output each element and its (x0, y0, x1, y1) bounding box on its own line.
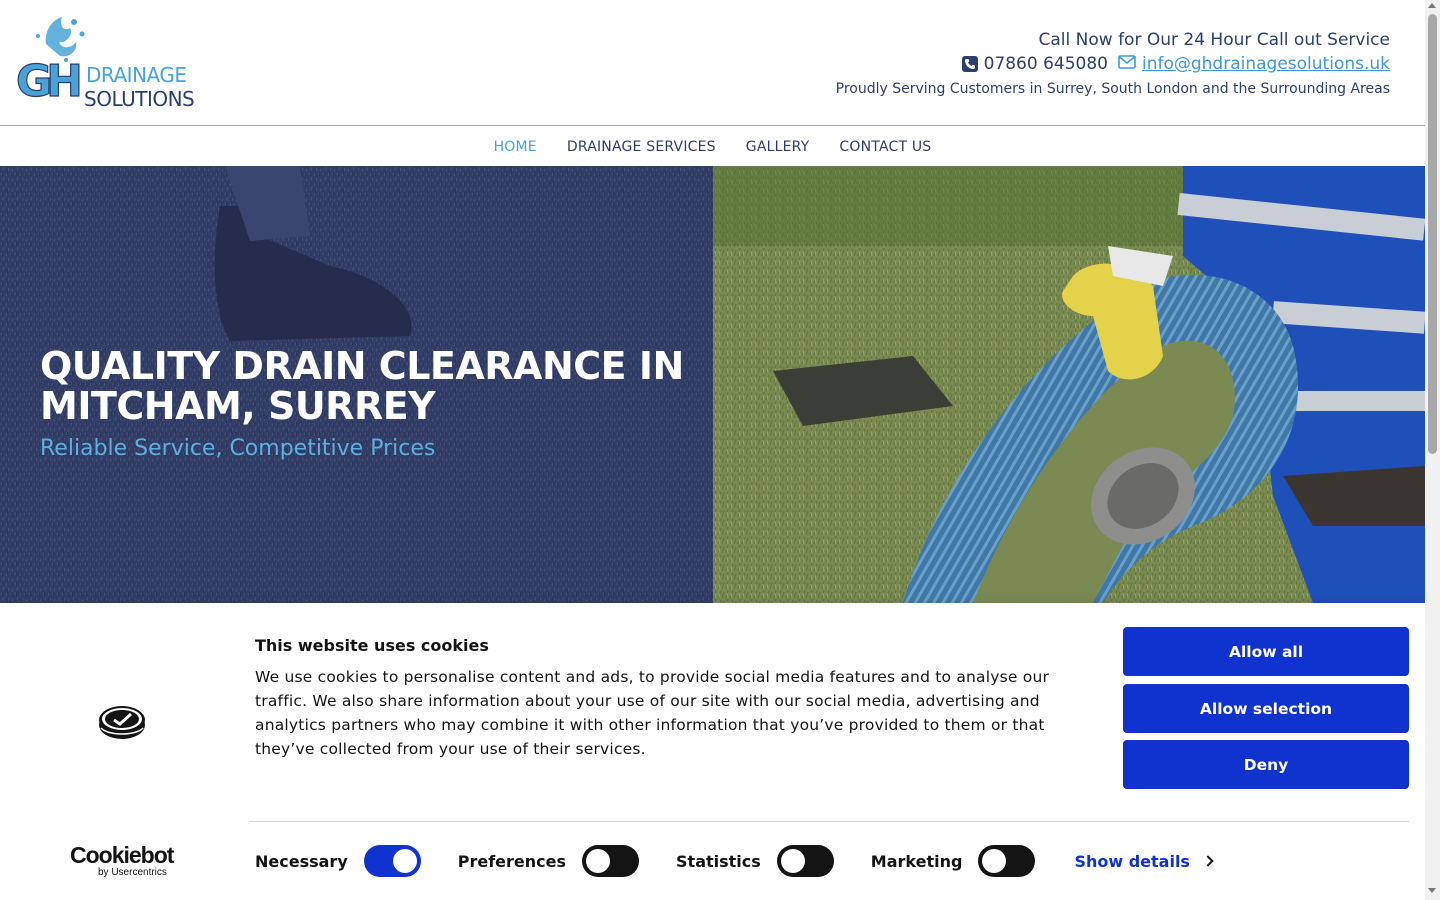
email-link[interactable]: info@ghdrainagesolutions.uk (1142, 52, 1390, 76)
svg-text:SOLUTIONS: SOLUTIONS (84, 87, 194, 111)
marketing-switch[interactable] (978, 845, 1036, 877)
main-nav: HOME DRAINAGE SERVICES GALLERY CONTACT U… (0, 127, 1425, 166)
toggle-statistics: Statistics (676, 845, 834, 877)
call-now-text: Call Now for Our 24 Hour Call out Servic… (1038, 30, 1391, 50)
allow-selection-button[interactable]: Allow selection (1123, 684, 1409, 733)
cookie-category-toggles: Necessary Preferences Statistics Marketi… (255, 843, 1214, 879)
site-logo[interactable]: GH DRAINAGE SOLUTIONS (14, 14, 204, 112)
nav-item-gallery[interactable]: GALLERY (746, 139, 810, 155)
toggle-marketing: Marketing (871, 845, 1036, 877)
serving-areas-text: Proudly Serving Customers in Surrey, Sou… (835, 81, 1390, 97)
hero-title: QUALITY DRAIN CLEARANCE IN MITCHAM, SURR… (40, 344, 684, 428)
cookie-icon (98, 703, 146, 741)
phone-number[interactable]: 07860 645080 (984, 52, 1108, 76)
hose-image (713, 166, 1425, 603)
scroll-down-arrow-icon[interactable] (1428, 888, 1436, 893)
show-details-link[interactable]: Show details (1074, 852, 1214, 871)
statistics-switch[interactable] (776, 845, 834, 877)
preferences-switch[interactable] (582, 845, 640, 877)
page-scrollbar[interactable] (1425, 0, 1440, 900)
divider (249, 821, 1409, 822)
contact-line: 07860 645080 info@ghdrainagesolutions.uk (836, 52, 1390, 76)
necessary-switch[interactable] (363, 845, 421, 877)
svg-text:DRAINAGE: DRAINAGE (86, 63, 187, 87)
drain-hose-photo (713, 166, 1425, 603)
cookie-description: We use cookies to personalise content an… (255, 668, 1050, 758)
deny-button[interactable]: Deny (1123, 740, 1409, 789)
allow-all-button[interactable]: Allow all (1123, 627, 1409, 676)
toggle-preferences: Preferences (458, 845, 640, 877)
svg-text:GH: GH (16, 56, 79, 107)
scrollbar-thumb[interactable] (1428, 14, 1437, 454)
chevron-right-icon (1202, 855, 1214, 867)
nav-item-contact-us[interactable]: CONTACT US (839, 139, 931, 155)
hero-overlay-panel: QUALITY DRAIN CLEARANCE IN MITCHAM, SURR… (0, 166, 713, 603)
envelope-icon (1118, 52, 1136, 76)
hero-subtitle: Reliable Service, Competitive Prices (40, 436, 436, 461)
cookie-title: This website uses cookies (255, 636, 489, 655)
scroll-up-arrow-icon[interactable] (1428, 3, 1436, 8)
nav-item-drainage-services[interactable]: DRAINAGE SERVICES (567, 139, 716, 155)
phone-icon (961, 56, 978, 72)
logo-graphic: GH DRAINAGE SOLUTIONS (15, 17, 195, 111)
cookiebot-logo[interactable]: Cookiebot by Usercentrics (70, 843, 180, 883)
cookie-consent-banner: This website uses cookies We use cookies… (0, 603, 1425, 900)
site-header: GH DRAINAGE SOLUTIONS Call Now for Our 2… (0, 0, 1425, 126)
hero-section: QUALITY DRAIN CLEARANCE IN MITCHAM, SURR… (0, 166, 1425, 603)
toggle-necessary: Necessary (255, 845, 421, 877)
nav-item-home[interactable]: HOME (494, 139, 537, 155)
header-contact: Call Now for Our 24 Hour Call out Servic… (836, 28, 1390, 100)
